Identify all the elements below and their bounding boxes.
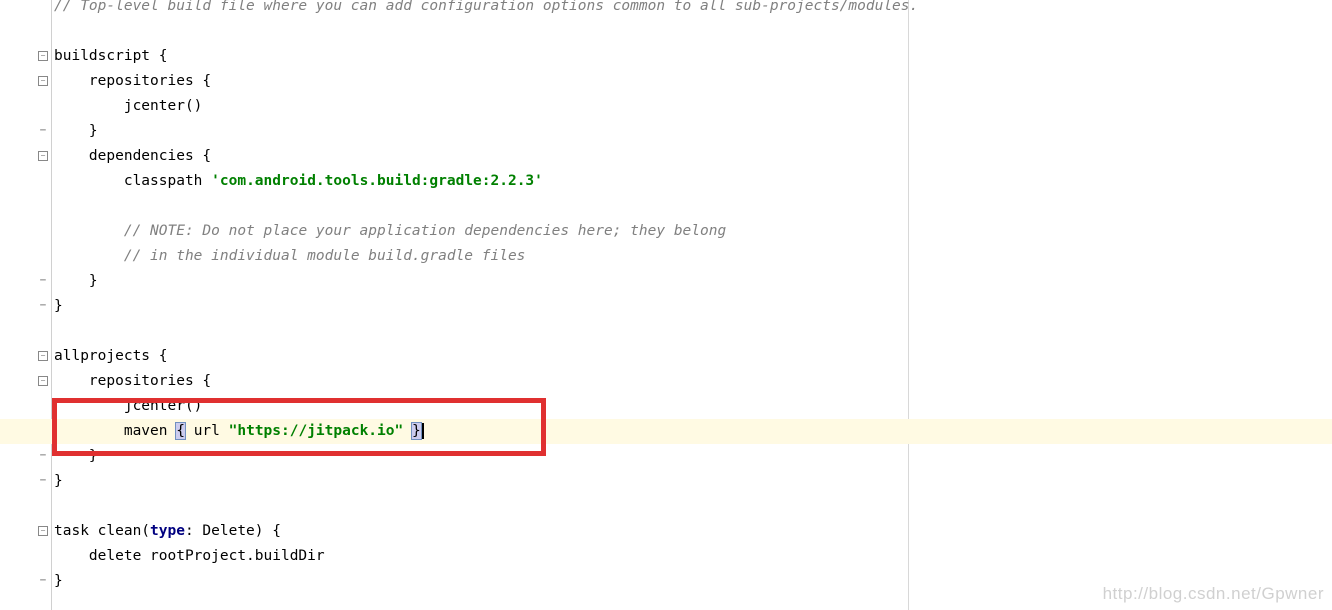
code-line[interactable]: classpath 'com.android.tools.build:gradl… — [54, 169, 543, 194]
code-line[interactable]: task clean(type: Delete) { — [54, 519, 281, 544]
code-line[interactable]: buildscript { — [54, 44, 168, 69]
code-line[interactable]: } — [54, 119, 98, 144]
code-line[interactable]: } — [54, 569, 63, 594]
fold-toggle-icon[interactable] — [38, 51, 48, 61]
code-line[interactable]: // in the individual module build.gradle… — [54, 244, 525, 269]
code-line[interactable]: delete rootProject.buildDir — [54, 544, 325, 569]
fold-column — [37, 0, 51, 610]
code-line[interactable]: allprojects { — [54, 344, 168, 369]
code-line[interactable]: // Top-level build file where you can ad… — [54, 0, 918, 19]
code-line[interactable]: jcenter() — [54, 394, 202, 419]
fold-toggle-icon[interactable] — [38, 351, 48, 361]
code-area[interactable]: // Top-level build file where you can ad… — [52, 0, 1332, 610]
gutter: 💡 — [0, 0, 52, 610]
fold-end-icon — [38, 577, 48, 587]
code-line[interactable]: } — [54, 444, 98, 469]
fold-end-icon — [38, 277, 48, 287]
fold-end-icon — [38, 452, 48, 462]
fold-toggle-icon[interactable] — [38, 376, 48, 386]
watermark: http://blog.csdn.net/Gpwner — [1103, 584, 1324, 604]
code-line[interactable]: } — [54, 294, 63, 319]
fold-toggle-icon[interactable] — [38, 76, 48, 86]
fold-toggle-icon[interactable] — [38, 526, 48, 536]
code-line[interactable]: } — [54, 469, 63, 494]
fold-end-icon — [38, 127, 48, 137]
code-line[interactable]: jcenter() — [54, 94, 202, 119]
right-margin-guide — [908, 0, 909, 610]
code-line[interactable]: repositories { — [54, 369, 211, 394]
editor-container: 💡 // Top-level build file where you can … — [0, 0, 1332, 610]
fold-end-icon — [38, 302, 48, 312]
fold-toggle-icon[interactable] — [38, 151, 48, 161]
fold-end-icon — [38, 477, 48, 487]
code-line[interactable]: } — [54, 269, 98, 294]
text-caret — [422, 423, 424, 439]
code-line[interactable]: dependencies { — [54, 144, 211, 169]
code-line[interactable]: maven { url "https://jitpack.io" } — [54, 419, 424, 444]
code-line[interactable]: // NOTE: Do not place your application d… — [54, 219, 726, 244]
code-line[interactable]: repositories { — [54, 69, 211, 94]
